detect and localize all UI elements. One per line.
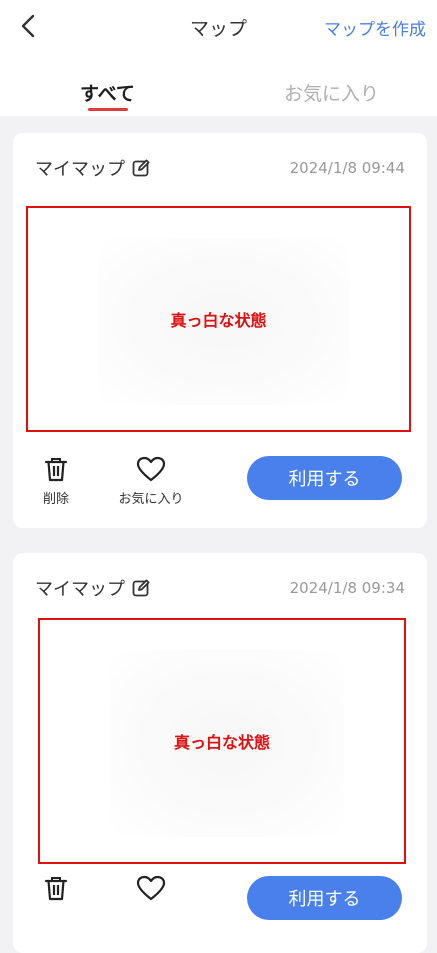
favorite-button[interactable] xyxy=(101,875,201,907)
favorite-label: お気に入り xyxy=(118,492,184,507)
map-name: マイマップ xyxy=(35,159,125,180)
map-card: マイマップ 2024/1/8 09:44 真っ白な状態 削除 お気に入り 利用す… xyxy=(13,133,427,528)
heart-icon xyxy=(136,456,166,482)
map-preview[interactable]: 真っ白な状態 xyxy=(38,618,406,864)
map-name: マイマップ xyxy=(35,579,125,600)
map-card: マイマップ 2024/1/8 09:34 真っ白な状態 利用する xyxy=(13,553,427,953)
tab-favorites[interactable]: お気に入り xyxy=(284,79,379,106)
annotation-label: 真っ白な状態 xyxy=(170,311,267,330)
use-button[interactable]: 利用する xyxy=(247,456,402,500)
tab-all[interactable]: すべて xyxy=(80,79,135,106)
trash-icon xyxy=(44,877,68,901)
map-date: 2024/1/8 09:44 xyxy=(289,159,405,177)
map-date: 2024/1/8 09:34 xyxy=(289,579,405,597)
use-button[interactable]: 利用する xyxy=(247,876,402,920)
favorite-button[interactable]: お気に入り xyxy=(101,456,201,507)
active-tab-indicator xyxy=(88,108,128,111)
edit-icon[interactable] xyxy=(131,578,151,598)
delete-button[interactable]: 削除 xyxy=(41,456,71,507)
delete-button[interactable] xyxy=(41,875,71,907)
create-map-button[interactable]: マップを作成 xyxy=(324,15,426,40)
edit-icon[interactable] xyxy=(131,158,151,178)
map-title[interactable]: マイマップ xyxy=(35,155,151,181)
map-title[interactable]: マイマップ xyxy=(35,575,151,601)
delete-label: 削除 xyxy=(42,492,69,507)
top-bar: マップ マップを作成 すべて お気に入り xyxy=(0,0,437,116)
annotation-label: 真っ白な状態 xyxy=(173,733,270,752)
trash-icon xyxy=(44,458,68,482)
heart-icon xyxy=(136,875,166,901)
map-preview[interactable]: 真っ白な状態 xyxy=(26,206,411,432)
